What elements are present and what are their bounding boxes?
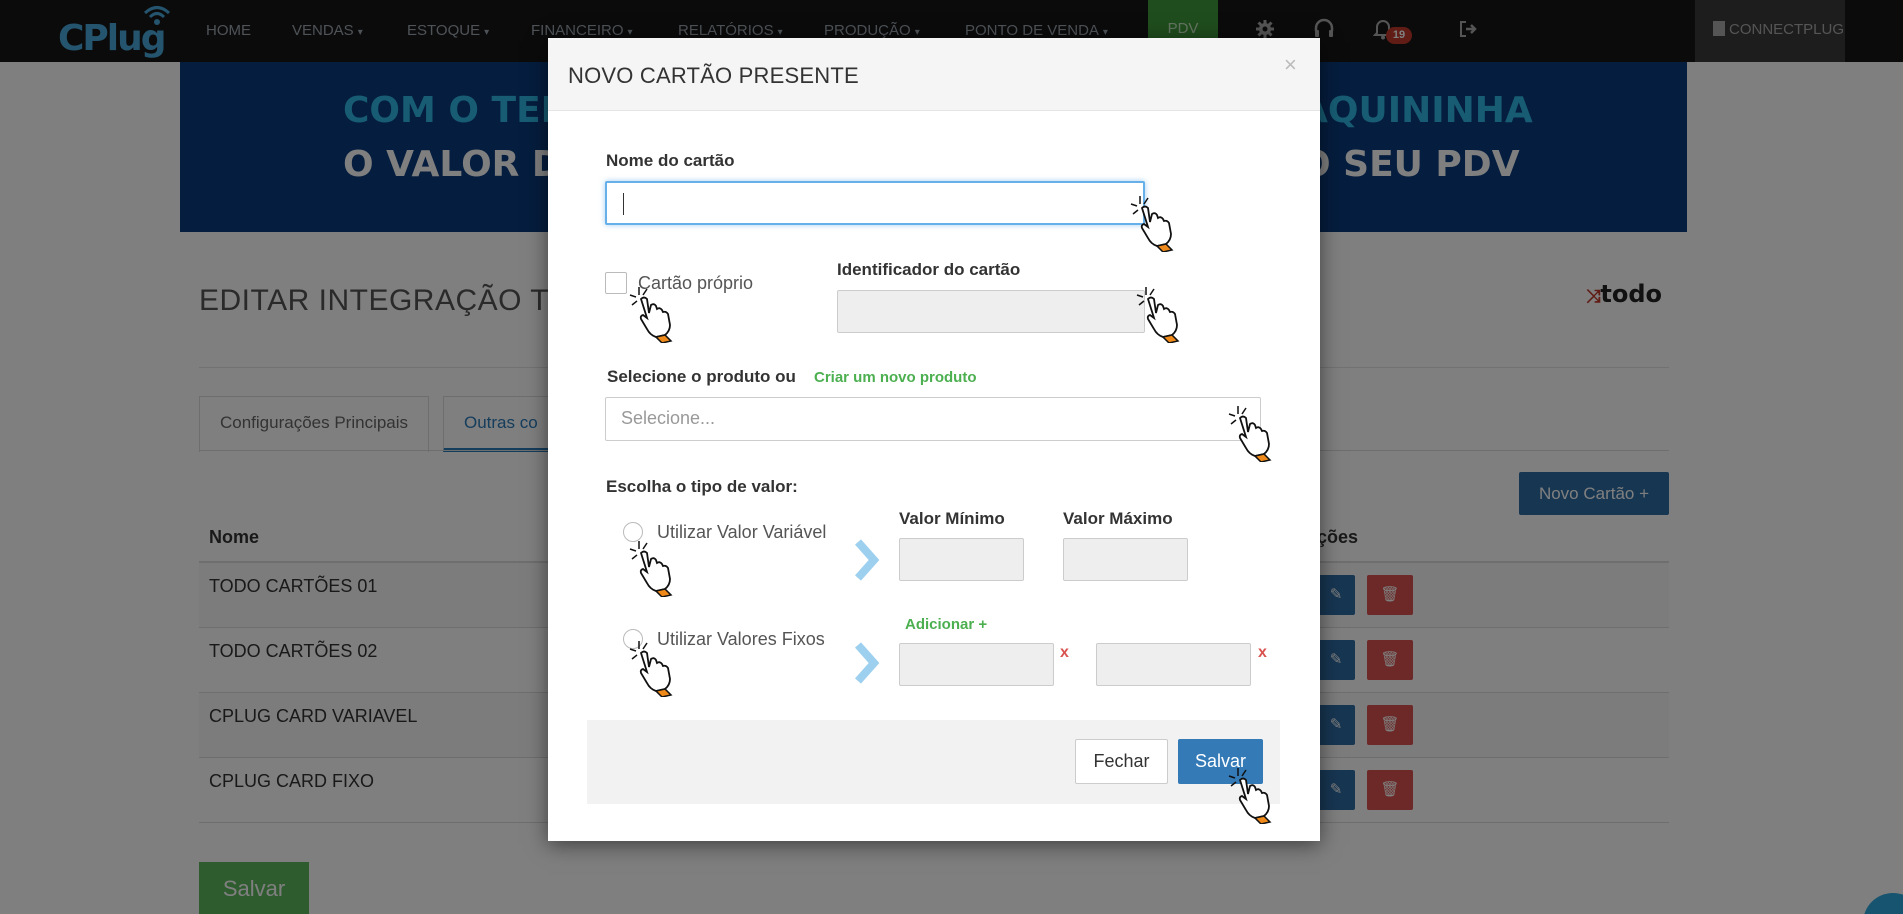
add-fixed-value-link[interactable]: Adicionar +	[905, 616, 987, 633]
hand-pointer-icon	[1136, 287, 1180, 343]
card-name-label: Nome do cartão	[606, 151, 735, 170]
hand-pointer-icon	[1228, 768, 1272, 824]
product-select-placeholder: Selecione...	[621, 408, 716, 428]
modal-footer	[587, 720, 1280, 804]
product-select[interactable]: Selecione...	[605, 397, 1261, 441]
fixed-value-input[interactable]	[899, 643, 1054, 686]
hand-pointer-icon	[629, 287, 673, 343]
close-button[interactable]: Fechar	[1075, 739, 1168, 784]
text-cursor	[623, 193, 624, 215]
hand-pointer-icon	[1130, 196, 1174, 252]
new-gift-card-modal: NOVO CARTÃO PRESENTE × Nome do cartão Ca…	[548, 38, 1320, 841]
max-value-input[interactable]	[1063, 538, 1188, 581]
remove-icon[interactable]: x	[1258, 644, 1267, 662]
hand-pointer-icon	[1228, 406, 1272, 462]
close-icon[interactable]: ×	[1284, 52, 1297, 78]
card-name-input[interactable]	[605, 181, 1145, 225]
own-card-checkbox[interactable]	[605, 272, 627, 294]
hand-pointer-icon	[629, 641, 673, 697]
create-product-link[interactable]: Criar um novo produto	[814, 369, 977, 386]
min-value-input[interactable]	[899, 538, 1024, 581]
max-value-label: Valor Máximo	[1063, 509, 1173, 528]
remove-icon[interactable]: x	[1060, 644, 1069, 662]
min-value-label: Valor Mínimo	[899, 509, 1005, 528]
card-id-label: Identificador do cartão	[837, 260, 1021, 279]
hand-pointer-icon	[629, 541, 673, 597]
card-id-input[interactable]	[837, 290, 1145, 333]
modal-title: NOVO CARTÃO PRESENTE	[568, 63, 859, 88]
chevron-right-icon	[855, 642, 880, 684]
product-label: Selecione o produto ou	[607, 367, 796, 386]
modal-header: NOVO CARTÃO PRESENTE ×	[548, 38, 1320, 111]
value-type-label: Escolha o tipo de valor:	[606, 477, 798, 496]
fixed-value-input[interactable]	[1096, 643, 1251, 686]
chevron-right-icon	[855, 539, 880, 581]
